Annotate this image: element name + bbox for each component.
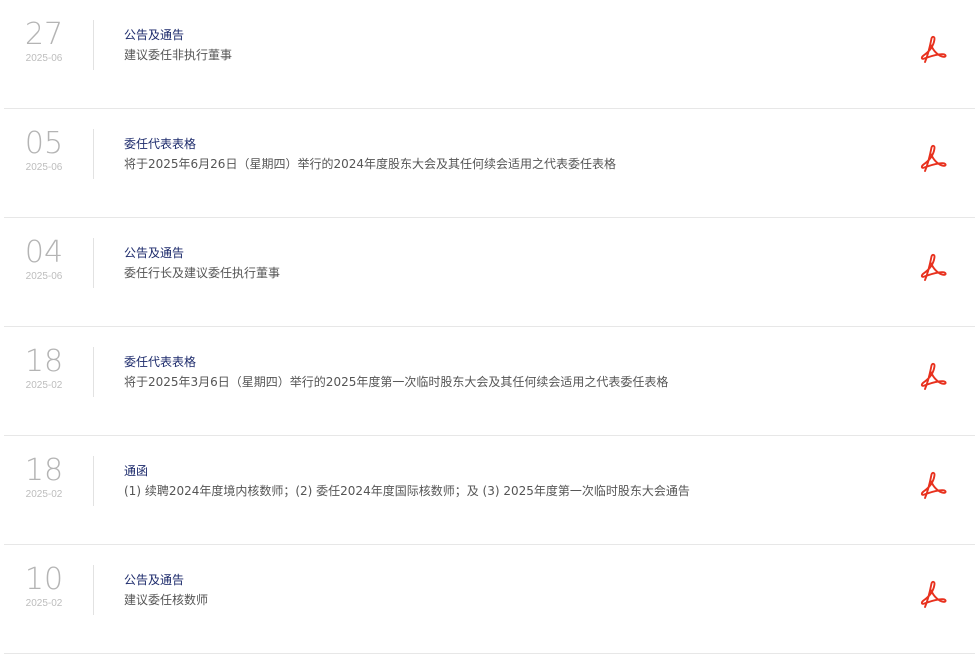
item-text: 委任代表表格 将于2025年6月26日（星期四）举行的2024年度股东大会及其任… bbox=[124, 135, 616, 173]
date-month: 2025-06 bbox=[25, 162, 63, 173]
item-category: 通函 bbox=[124, 464, 149, 478]
pdf-icon bbox=[920, 253, 947, 281]
divider bbox=[93, 238, 94, 288]
item-title-link[interactable]: 将于2025年6月26日（星期四）举行的2024年度股东大会及其任何续会适用之代… bbox=[124, 155, 616, 173]
item-category: 公告及通告 bbox=[124, 573, 185, 587]
item-title-link[interactable]: 建议委任核数师 bbox=[124, 591, 208, 609]
item-text: 公告及通告 委任行长及建议委任执行董事 bbox=[124, 244, 280, 282]
date-day: 18 bbox=[24, 344, 64, 379]
date-day: 05 bbox=[24, 126, 64, 161]
item-category: 委任代表表格 bbox=[124, 355, 197, 369]
date-month: 2025-02 bbox=[25, 489, 63, 500]
divider bbox=[93, 347, 94, 397]
date-block: 27 2025-06 bbox=[4, 18, 84, 65]
item-text: 公告及通告 建议委任核数师 bbox=[124, 571, 208, 609]
divider bbox=[93, 20, 94, 70]
date-block: 04 2025-06 bbox=[4, 236, 84, 283]
pdf-icon bbox=[920, 580, 947, 608]
pdf-icon bbox=[920, 35, 947, 63]
date-month: 2025-06 bbox=[25, 53, 63, 64]
date-block: 18 2025-02 bbox=[4, 345, 84, 392]
pdf-icon bbox=[920, 471, 947, 499]
item-category: 公告及通告 bbox=[124, 28, 185, 42]
list-item: 10 2025-02 公告及通告 建议委任核数师 bbox=[4, 545, 975, 654]
divider bbox=[93, 129, 94, 179]
date-day: 18 bbox=[24, 453, 64, 488]
item-category: 委任代表表格 bbox=[124, 137, 197, 151]
date-day: 10 bbox=[24, 562, 64, 597]
date-block: 05 2025-06 bbox=[4, 127, 84, 174]
list-item: 04 2025-06 公告及通告 委任行长及建议委任执行董事 bbox=[4, 218, 975, 327]
pdf-download-link[interactable] bbox=[916, 469, 950, 503]
item-title-link[interactable]: 建议委任非执行董事 bbox=[124, 46, 232, 64]
pdf-download-link[interactable] bbox=[916, 33, 950, 67]
date-block: 10 2025-02 bbox=[4, 563, 84, 610]
item-text: 委任代表表格 将于2025年3月6日（星期四）举行的2025年度第一次临时股东大… bbox=[124, 353, 668, 391]
date-day: 04 bbox=[24, 235, 64, 270]
pdf-download-link[interactable] bbox=[916, 360, 950, 394]
divider bbox=[93, 456, 94, 506]
divider bbox=[93, 565, 94, 615]
list-item: 18 2025-02 委任代表表格 将于2025年3月6日（星期四）举行的202… bbox=[4, 327, 975, 436]
date-block: 18 2025-02 bbox=[4, 454, 84, 501]
date-month: 2025-02 bbox=[25, 380, 63, 391]
item-title-link[interactable]: (1) 续聘2024年度境内核数师；(2) 委任2024年度国际核数师；及 (3… bbox=[124, 482, 690, 500]
pdf-icon bbox=[920, 362, 947, 390]
list-item: 27 2025-06 公告及通告 建议委任非执行董事 bbox=[4, 0, 975, 109]
pdf-download-link[interactable] bbox=[916, 578, 950, 612]
list-item: 18 2025-02 通函 (1) 续聘2024年度境内核数师；(2) 委任20… bbox=[4, 436, 975, 545]
pdf-icon bbox=[920, 144, 947, 172]
item-title-link[interactable]: 委任行长及建议委任执行董事 bbox=[124, 264, 280, 282]
item-title-link[interactable]: 将于2025年3月6日（星期四）举行的2025年度第一次临时股东大会及其任何续会… bbox=[124, 373, 668, 391]
item-category: 公告及通告 bbox=[124, 246, 185, 260]
date-day: 27 bbox=[24, 17, 64, 52]
list-item: 05 2025-06 委任代表表格 将于2025年6月26日（星期四）举行的20… bbox=[4, 109, 975, 218]
pdf-download-link[interactable] bbox=[916, 251, 950, 285]
pdf-download-link[interactable] bbox=[916, 142, 950, 176]
date-month: 2025-02 bbox=[25, 598, 63, 609]
date-month: 2025-06 bbox=[25, 271, 63, 282]
item-text: 公告及通告 建议委任非执行董事 bbox=[124, 26, 232, 64]
item-text: 通函 (1) 续聘2024年度境内核数师；(2) 委任2024年度国际核数师；及… bbox=[124, 462, 690, 500]
